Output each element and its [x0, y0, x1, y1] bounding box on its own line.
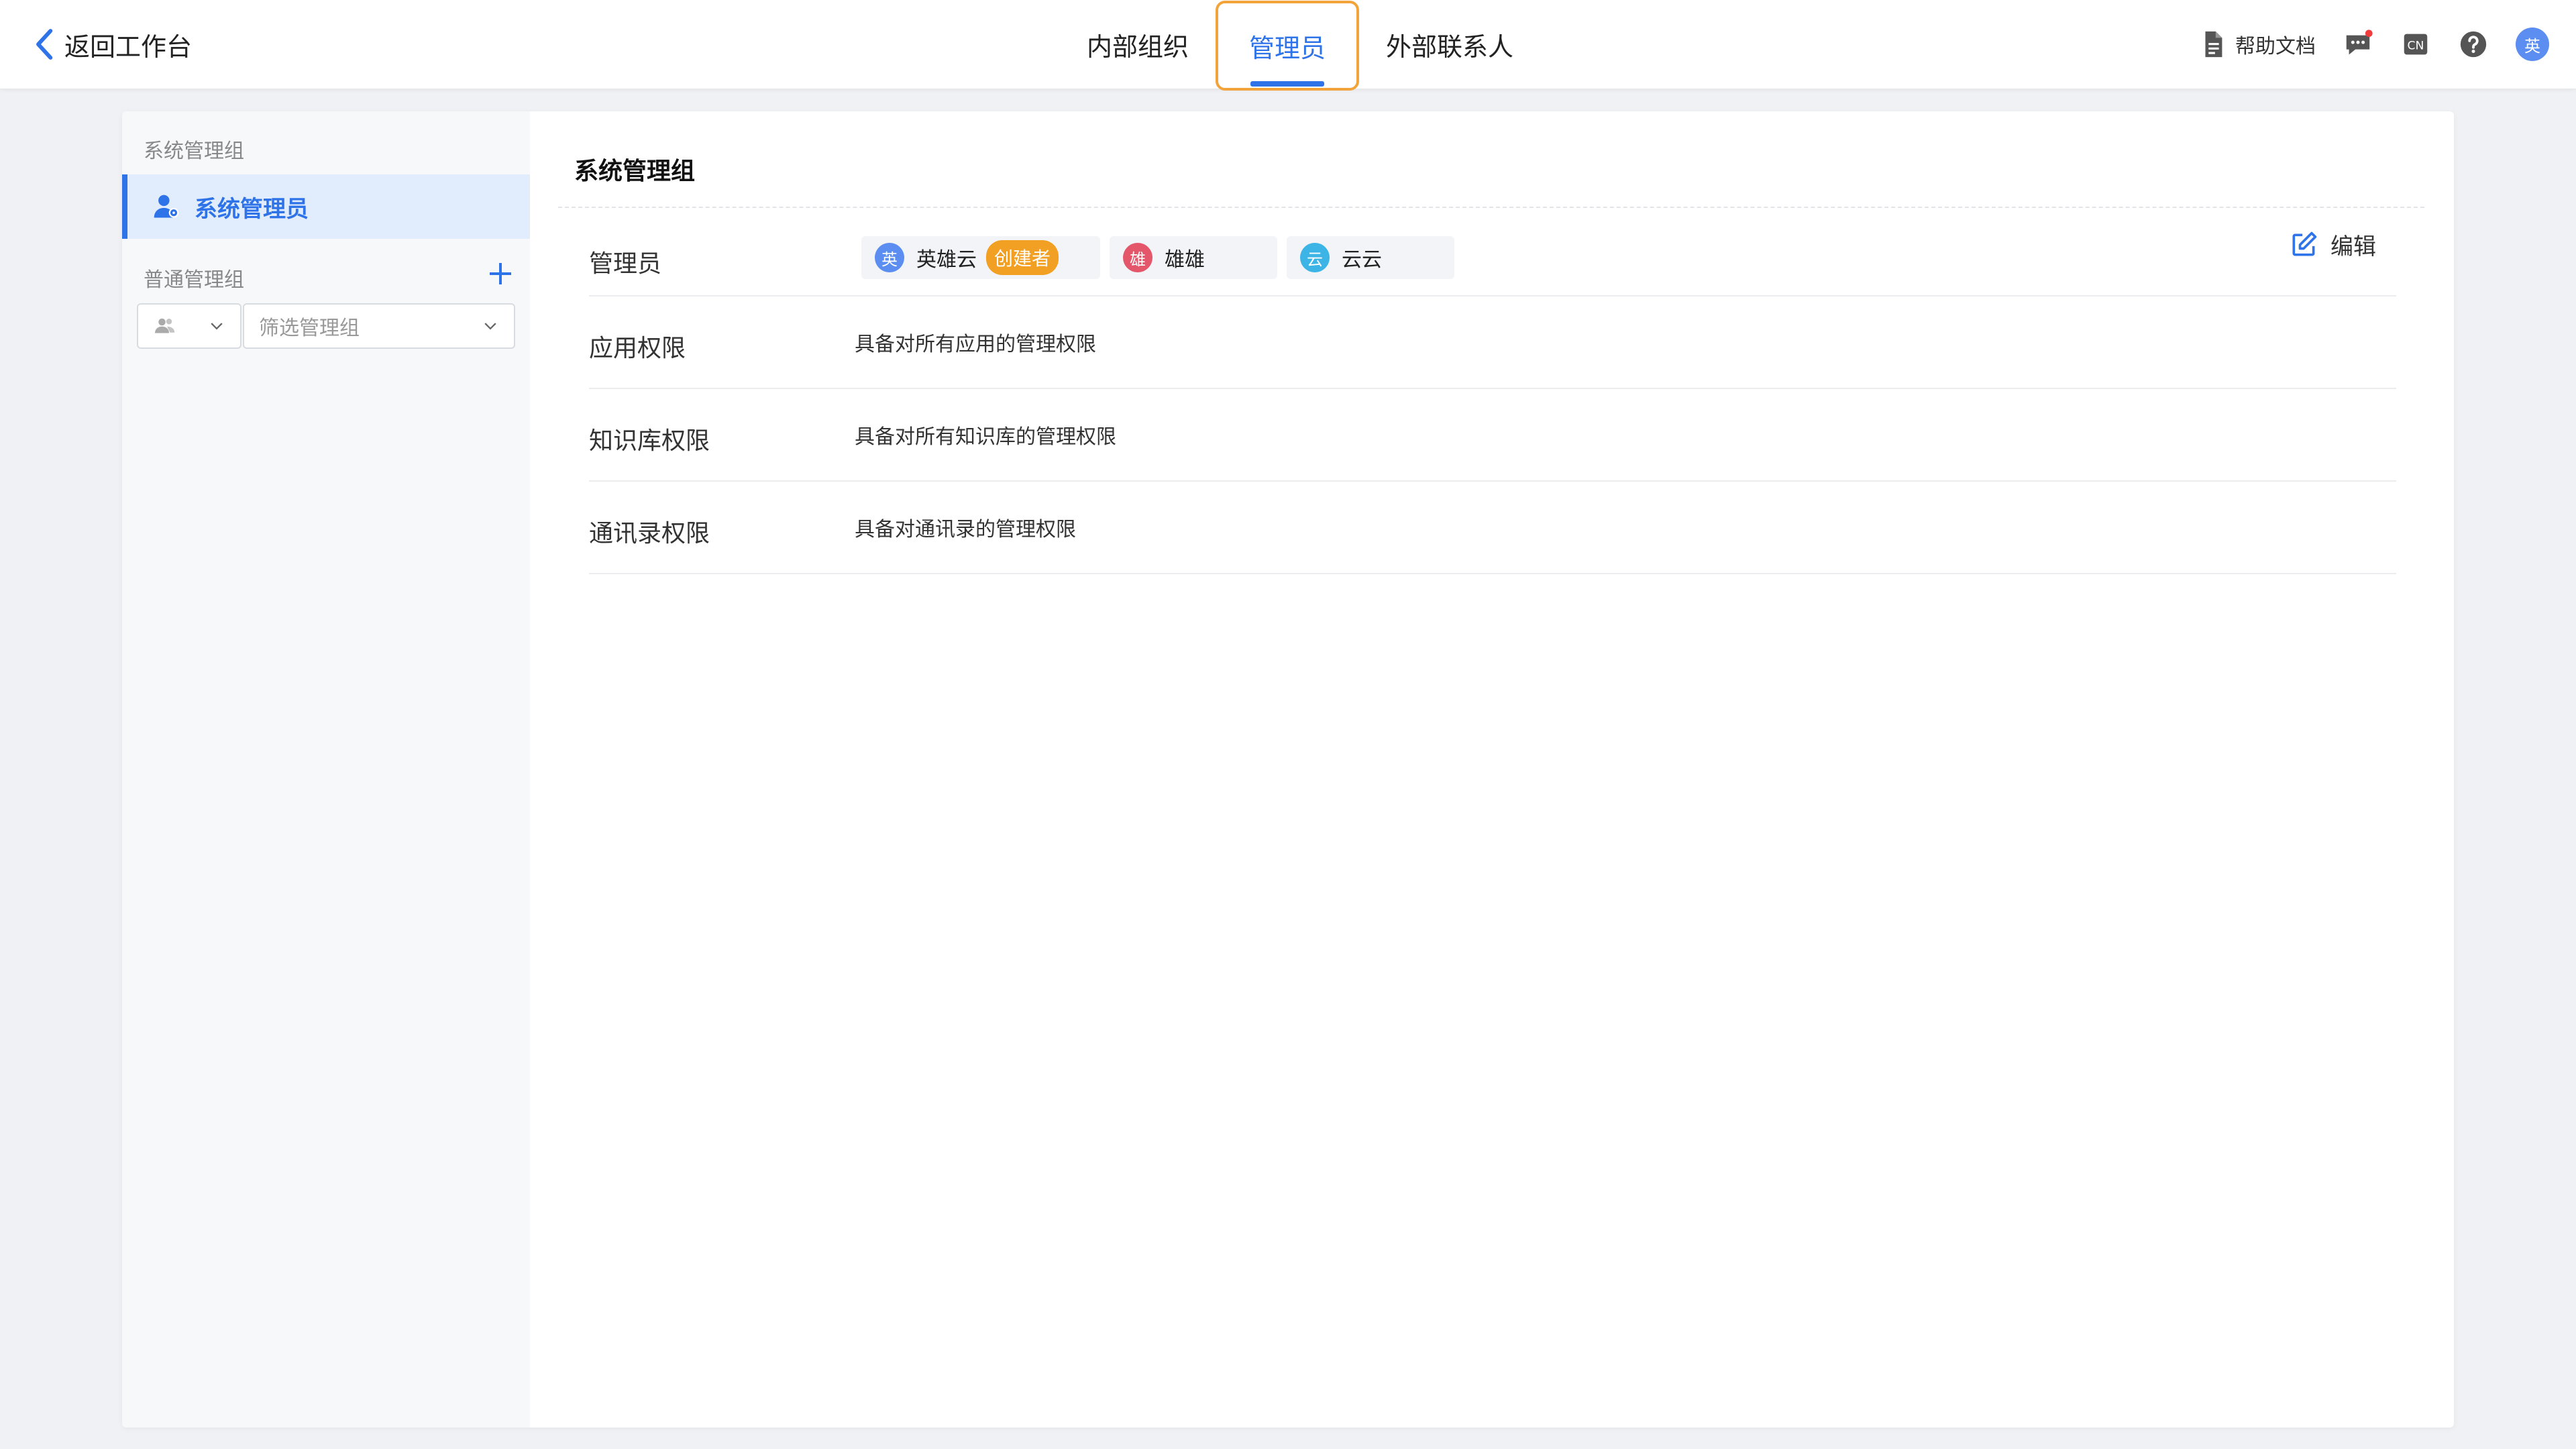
- tab-label: 管理员: [1249, 33, 1326, 63]
- system-group-heading: 系统管理组: [144, 140, 244, 163]
- avatar: 雄: [1123, 243, 1152, 272]
- language-icon: CN: [2404, 34, 2428, 55]
- tab-admins[interactable]: 管理员: [1216, 1, 1360, 91]
- chevron-left-icon: [36, 29, 53, 60]
- language-switch-button[interactable]: CN: [2400, 29, 2431, 60]
- back-to-workbench-button[interactable]: 返回工作台: [34, 0, 192, 89]
- avatar: 英: [875, 243, 904, 272]
- top-bar: 返回工作台 内部组织 管理员 外部联系人 帮助文档 CN 英: [0, 0, 2576, 91]
- tab-external-contacts[interactable]: 外部联系人: [1359, 1, 1540, 87]
- sidebar-item-label: 系统管理员: [195, 195, 309, 223]
- page-title: 系统管理组: [574, 158, 696, 185]
- chevron-down-icon: [484, 323, 496, 330]
- sidebar-item-system-admin[interactable]: 系统管理员: [122, 174, 530, 239]
- permission-row-apps: 应用权限 具备对所有应用的管理权限: [589, 295, 2396, 389]
- admin-list: 英 英雄云 创建者 雄 雄雄 云 云云: [861, 236, 1454, 279]
- users-icon: [155, 318, 175, 333]
- help-button[interactable]: [2458, 29, 2489, 60]
- permission-label: 通讯录权限: [589, 520, 710, 547]
- tab-internal-org[interactable]: 内部组织: [1060, 1, 1216, 87]
- edit-icon: [2292, 231, 2317, 256]
- content-card: 系统管理组 系统管理员 普通管理组 筛选管理组 系统管理组 管理员 英 英雄云 …: [122, 111, 2454, 1428]
- language-icon-text: CN: [2408, 40, 2424, 53]
- permission-row-contacts: 通讯录权限 具备对通讯录的管理权限: [589, 480, 2396, 574]
- admin-name: 英雄云: [916, 248, 977, 272]
- permission-label: 应用权限: [589, 335, 686, 362]
- permission-value: 具备对所有应用的管理权限: [855, 333, 1096, 356]
- sidebar: 系统管理组 系统管理员 普通管理组 筛选管理组: [122, 111, 530, 1428]
- tab-label: 外部联系人: [1386, 32, 1514, 62]
- help-docs-button[interactable]: 帮助文档: [2198, 29, 2316, 60]
- normal-group-heading: 普通管理组: [144, 268, 244, 292]
- help-docs-label: 帮助文档: [2235, 35, 2316, 58]
- document-icon: [2205, 31, 2222, 58]
- admin-user-icon: [154, 195, 179, 218]
- top-tabs: 内部组织 管理员 外部联系人: [1060, 0, 1540, 91]
- admin-chip[interactable]: 雄 雄雄: [1110, 236, 1277, 279]
- avatar: 英: [2516, 28, 2549, 61]
- admin-chip[interactable]: 英 英雄云 创建者: [861, 236, 1100, 279]
- admin-name: 云云: [1342, 248, 1382, 272]
- admin-name: 雄雄: [1165, 248, 1205, 272]
- admins-row: 管理员 英 英雄云 创建者 雄 雄雄 云 云云 编辑: [589, 208, 2396, 297]
- back-label: 返回工作台: [64, 32, 193, 62]
- main-panel: 系统管理组 管理员 英 英雄云 创建者 雄 雄雄 云 云云 编辑 应用权限 具备…: [558, 111, 2436, 1428]
- chat-bubble-icon: [2346, 30, 2373, 55]
- question-icon: [2460, 31, 2487, 58]
- messages-button[interactable]: [2343, 29, 2373, 60]
- filter-group-select[interactable]: 筛选管理组: [243, 303, 515, 349]
- permission-label: 知识库权限: [589, 427, 710, 455]
- filter-placeholder: 筛选管理组: [259, 317, 360, 340]
- tab-label: 内部组织: [1087, 32, 1189, 62]
- chevron-down-icon: [211, 323, 223, 330]
- creator-badge: 创建者: [986, 240, 1059, 275]
- admins-label: 管理员: [589, 250, 662, 278]
- permission-row-knowledge: 知识库权限 具备对所有知识库的管理权限: [589, 388, 2396, 482]
- admin-chip[interactable]: 云 云云: [1287, 236, 1454, 279]
- add-group-icon[interactable]: [487, 260, 514, 287]
- permission-value: 具备对通讯录的管理权限: [855, 518, 1076, 541]
- edit-label: 编辑: [2330, 233, 2376, 260]
- permission-value: 具备对所有知识库的管理权限: [855, 425, 1116, 449]
- edit-button[interactable]: 编辑: [2289, 228, 2376, 261]
- user-avatar-button[interactable]: 英: [2516, 28, 2549, 61]
- header-tools: 帮助文档 CN 英: [2198, 0, 2549, 89]
- group-type-select[interactable]: [137, 303, 241, 349]
- avatar: 云: [1300, 243, 1330, 272]
